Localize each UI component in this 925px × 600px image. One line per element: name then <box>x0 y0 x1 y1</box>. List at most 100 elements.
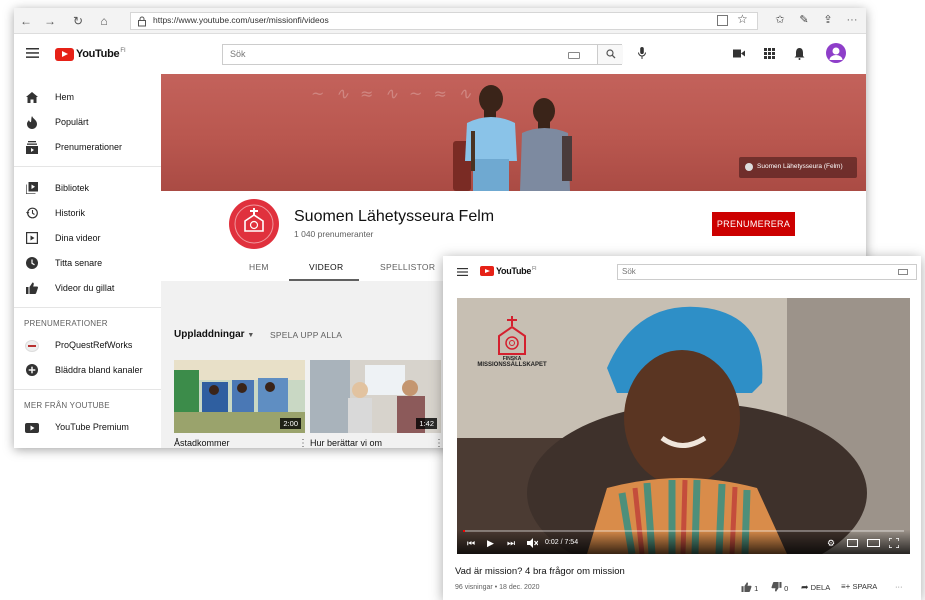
sidebar-item-history[interactable]: Historik <box>14 202 161 226</box>
player-controls: ⏮ ▶ ⏭ 0:02 / 7:54 ⚙ <box>457 530 910 554</box>
search-button[interactable] <box>597 45 623 64</box>
sidebar-item-label: Bibliotek <box>55 183 90 193</box>
apps-icon[interactable] <box>764 48 775 59</box>
sidebar-item-library[interactable]: Bibliotek <box>14 177 161 201</box>
sidebar-item-trending[interactable]: Populärt <box>14 111 161 135</box>
play-all-button[interactable]: SPELA UPP ALLA <box>270 330 342 340</box>
tab-home[interactable]: HEM <box>249 262 269 272</box>
tab-playlists[interactable]: SPELLISTOR <box>380 262 435 272</box>
dislike-button[interactable]: 0 <box>771 582 788 593</box>
sidebar-item-label: Bläddra bland kanaler <box>55 365 143 375</box>
more-actions-icon[interactable]: ··· <box>895 582 903 591</box>
banner-channel-link[interactable]: Suomen Lähetysseura (Felm) <box>739 157 857 178</box>
thumbs-down-icon <box>771 582 782 592</box>
sidebar-item-home[interactable]: Hem <box>14 86 161 110</box>
uploads-sort-dropdown[interactable]: Uppladdningar ▼ <box>174 329 254 340</box>
youtube-logo[interactable]: YouTube FI <box>55 47 126 61</box>
menu-icon[interactable] <box>26 48 39 58</box>
sidebar-item-label: Historik <box>55 208 86 218</box>
sidebar-divider <box>14 307 161 308</box>
channel-link-icon <box>745 163 753 171</box>
watermark-text: MISSIONSSÄLLSKAPET <box>477 362 547 368</box>
video-menu-icon[interactable]: ⋮ <box>298 438 308 448</box>
sidebar-item-your-videos[interactable]: Dina videor <box>14 227 161 251</box>
sidebar-item-youtube-premium[interactable]: YouTube Premium <box>14 416 161 440</box>
home-icon[interactable]: ⌂ <box>96 13 112 29</box>
chevron-down-icon: ▼ <box>247 332 255 339</box>
sidebar-item-label: Dina videor <box>55 233 101 243</box>
video-player[interactable]: FINSKA MISSIONSSÄLLSKAPET ⏮ ▶ ⏭ 0:02 / 7… <box>457 298 910 554</box>
banner-photo-child <box>520 98 572 191</box>
video-duration: 1:42 <box>416 418 437 429</box>
address-bar[interactable]: https://www.youtube.com/user/missionfi/v… <box>130 12 758 30</box>
keyboard-icon[interactable] <box>568 52 580 59</box>
create-video-icon[interactable] <box>733 49 745 58</box>
banner-tag-text: Suomen Lähetysseura (Felm) <box>757 163 843 170</box>
previous-icon[interactable]: ⏮ <box>467 538 475 548</box>
sidebar-item-label: YouTube Premium <box>55 422 129 432</box>
subscribe-button[interactable]: PRENUMERERA <box>712 212 795 236</box>
subscriber-count: 1 040 prenumeranter <box>294 229 374 239</box>
video-thumbnail[interactable]: 2:00 <box>174 360 305 433</box>
sidebar-item-label: Titta senare <box>55 258 103 268</box>
youtube-logo[interactable]: YouTube FI <box>480 266 537 276</box>
favorites-icon[interactable]: ✩ <box>772 12 788 28</box>
channel-avatar-icon <box>25 340 39 352</box>
video-title[interactable]: Hur berättar vi om <box>310 438 382 448</box>
star-icon[interactable]: ☆ <box>737 12 748 26</box>
sidebar-divider <box>14 389 161 390</box>
share-button[interactable]: ➦ DELA <box>801 582 830 593</box>
channel-name: Suomen Lähetysseura Felm <box>294 208 495 225</box>
plus-circle-icon <box>26 364 38 376</box>
channel-avatar[interactable] <box>229 199 279 249</box>
back-icon[interactable]: ← <box>18 13 34 29</box>
youtube-play-icon <box>480 266 494 276</box>
keyboard-icon[interactable] <box>898 269 908 275</box>
miniplayer-icon[interactable] <box>847 539 858 547</box>
home-icon <box>26 92 38 103</box>
next-icon[interactable]: ⏭ <box>507 538 515 548</box>
menu-icon[interactable] <box>457 268 468 276</box>
search-icon <box>605 49 615 59</box>
url-text: https://www.youtube.com/user/missionfi/v… <box>153 15 329 25</box>
logo-text: YouTube <box>76 48 120 60</box>
reading-view-icon[interactable] <box>717 15 728 26</box>
history-icon <box>26 207 38 219</box>
tab-videos[interactable]: VIDEOR <box>309 262 343 272</box>
channel-banner: ~ ∿ ≈ ∿ ~ ≈ ∿ ~ Suomen Lähetysseura (Fel… <box>161 74 866 191</box>
fullscreen-icon[interactable] <box>889 538 899 548</box>
sidebar-item-subscriptions[interactable]: Prenumerationer <box>14 136 161 160</box>
share-label: DELA <box>810 583 831 592</box>
search-placeholder: Sök <box>622 267 636 276</box>
like-button[interactable]: 1 <box>741 582 758 593</box>
sidebar-item-proquestrefworks[interactable]: ProQuestRefWorks <box>14 334 161 358</box>
play-icon[interactable]: ▶ <box>487 538 494 548</box>
video-title[interactable]: Åstadkommer <box>174 438 230 448</box>
sidebar: Hem Populärt Prenumerationer Bibliotek H… <box>14 74 161 448</box>
sidebar-item-browse-channels[interactable]: Bläddra bland kanaler <box>14 359 161 383</box>
video-thumbnail[interactable]: 1:42 <box>310 360 441 433</box>
avatar[interactable] <box>826 43 846 63</box>
forward-icon[interactable]: → <box>42 13 58 29</box>
time-display: 0:02 / 7:54 <box>545 539 579 546</box>
logo-region: FI <box>120 48 126 54</box>
theater-mode-icon[interactable] <box>867 539 880 547</box>
video-title: Vad är mission? 4 bra frågor om mission <box>455 566 625 577</box>
subscriptions-icon <box>26 141 38 154</box>
save-button[interactable]: ≡+ SPARA <box>841 582 877 591</box>
church-logo-icon <box>234 204 274 244</box>
sidebar-item-watch-later[interactable]: Titta senare <box>14 252 161 276</box>
search-input[interactable]: Sök <box>222 44 623 65</box>
watch-page-window: YouTube FI Sök FINSKA MISSIONSSÄLLSKAPET… <box>443 256 921 600</box>
share-icon[interactable]: ⇪ <box>820 12 836 28</box>
sidebar-item-liked-videos[interactable]: Videor du gillat <box>14 277 161 301</box>
search-input[interactable]: Sök <box>617 264 917 280</box>
mic-icon[interactable] <box>638 47 646 60</box>
more-icon[interactable]: ··· <box>844 12 860 28</box>
bell-icon[interactable] <box>794 47 805 60</box>
mute-icon[interactable] <box>527 538 538 548</box>
pen-icon[interactable]: ✎ <box>796 12 812 28</box>
more-from-youtube-heading: MER FRÅN YOUTUBE <box>24 401 110 410</box>
refresh-icon[interactable]: ↻ <box>70 13 86 29</box>
settings-icon[interactable]: ⚙ <box>827 538 835 548</box>
